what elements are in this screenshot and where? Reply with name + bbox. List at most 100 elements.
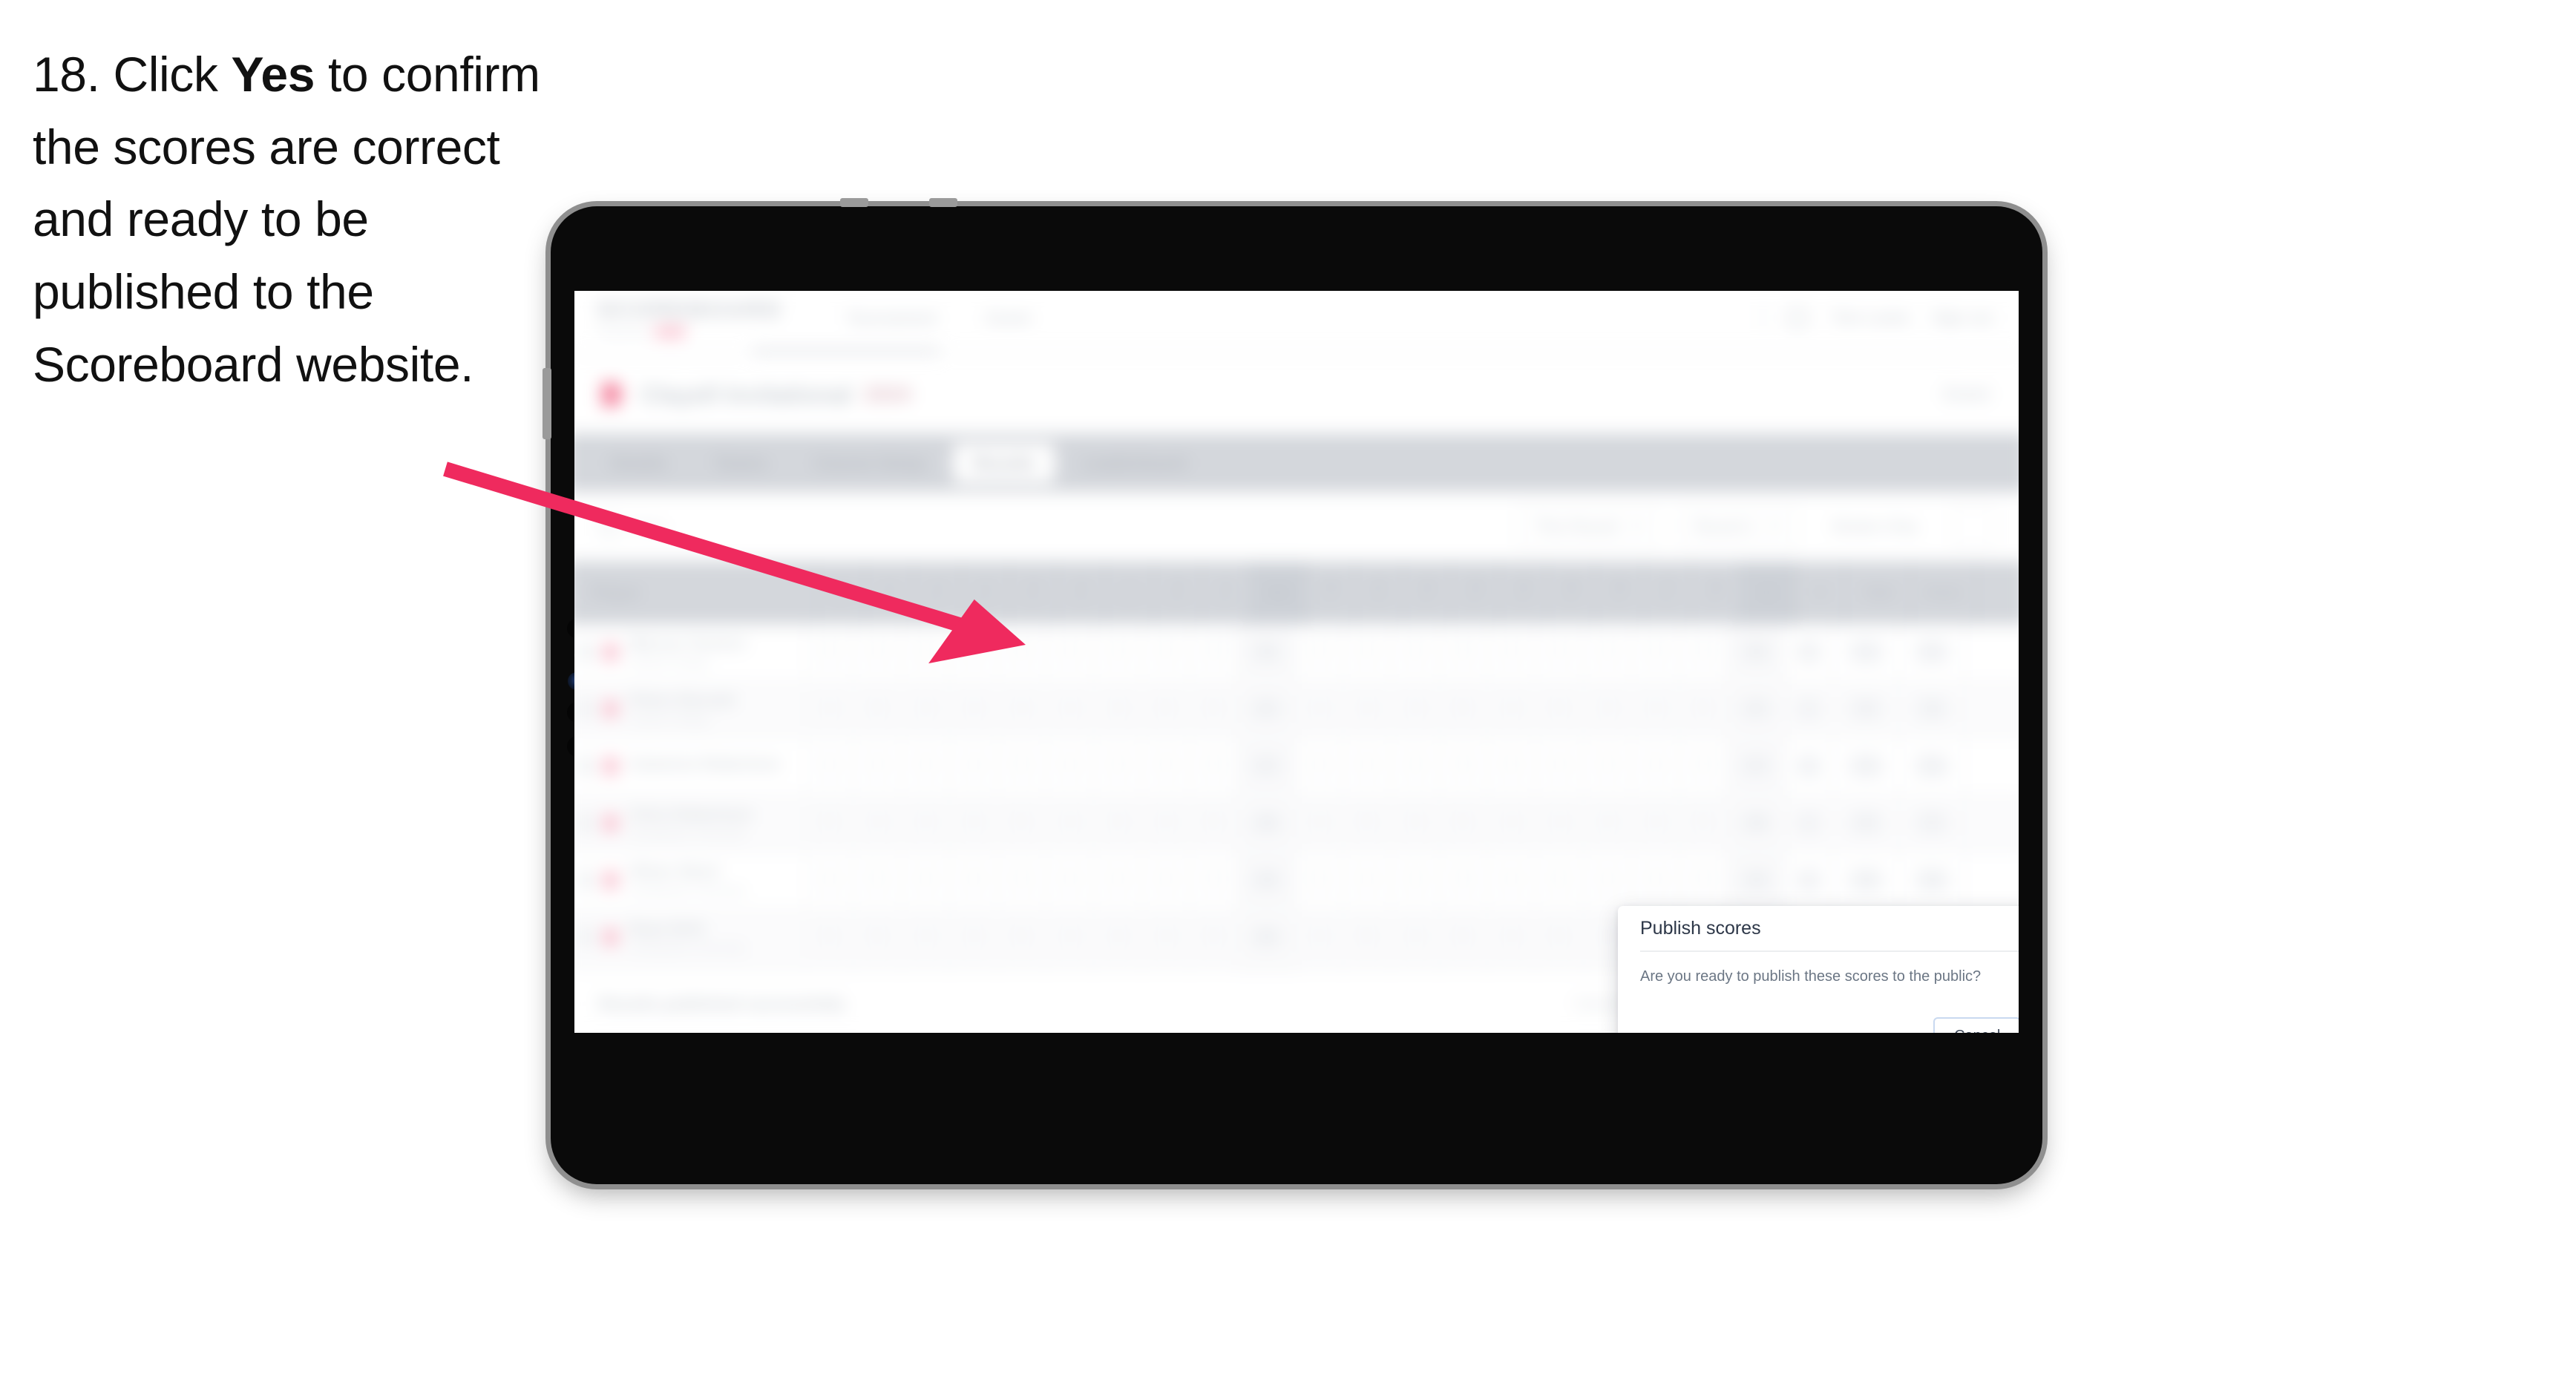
score-input[interactable]: 5 [1006, 864, 1038, 897]
cell-hole-2[interactable]: 5 [854, 909, 902, 965]
score-input[interactable]: 4 [813, 692, 845, 726]
score-input[interactable]: 5 [1447, 749, 1479, 783]
score-input[interactable]: 5 [1688, 692, 1720, 726]
cell-hole-15[interactable]: 5 [1536, 909, 1584, 965]
cell-hole-2[interactable]: 5 [854, 853, 902, 908]
score-input[interactable]: 4 [862, 749, 894, 783]
nav-item-event[interactable]: Event [986, 308, 1031, 328]
tab-details[interactable]: Details [591, 443, 687, 483]
score-input[interactable]: 5 [1198, 635, 1230, 669]
score-input[interactable]: 3 [1591, 692, 1624, 726]
cell-hole-7[interactable]: 3 [1095, 738, 1143, 795]
score-input[interactable]: 3 [1101, 807, 1134, 840]
event-right-label[interactable]: Event [1944, 384, 1990, 405]
score-input[interactable]: 5 [1447, 635, 1479, 669]
score-input[interactable]: 5 [1495, 749, 1527, 783]
cell-hole-7[interactable]: 3 [1095, 795, 1143, 852]
score-input[interactable]: 4 [1639, 807, 1671, 840]
cell-hole-4[interactable]: 4 [950, 681, 999, 738]
table-row[interactable]: Pietro Rennali Clayell College 4 5 3 4 4 4 3 5 5 37… [574, 681, 2019, 739]
cell-hole-6[interactable]: 4 [1046, 681, 1095, 738]
cell-hole-14[interactable]: 5 [1488, 738, 1536, 795]
cell-hole-2[interactable]: 5 [854, 681, 902, 738]
cell-hole-6[interactable]: 4 [1046, 738, 1095, 795]
score-input[interactable]: 3 [1101, 692, 1134, 726]
score-input[interactable]: 4 [1054, 864, 1086, 897]
table-row[interactable]: Cameron Robertson 4 4 4 4 5 4 3 4 5 37 4 4 3 5 5 4 3 4 5 37 1… [574, 738, 2019, 796]
score-input[interactable]: 4 [1639, 749, 1671, 783]
cell-hole-16[interactable]: 3 [1584, 738, 1633, 795]
sign-out-button[interactable]: Sign out [1932, 308, 1993, 327]
cell-hole-16[interactable]: 4 [1584, 853, 1633, 908]
score-input[interactable]: 4 [1543, 807, 1576, 840]
cell-hole-11[interactable]: 4 [1344, 624, 1392, 680]
score-input[interactable]: 4 [1639, 635, 1671, 669]
score-input[interactable]: 5 [1447, 921, 1479, 954]
score-input[interactable]: 4 [1351, 635, 1383, 669]
score-input[interactable]: 3 [909, 635, 942, 669]
score-input[interactable]: 4 [1054, 635, 1086, 669]
score-input[interactable]: 4 [1101, 921, 1134, 954]
cell-hole-11[interactable]: 4 [1344, 738, 1392, 795]
brand-logo[interactable]: SCOREBOARD Powered by Golf [597, 298, 783, 338]
filter-round[interactable]: Round 1 [1677, 505, 1797, 548]
cell-hole-17[interactable]: 4 [1632, 624, 1681, 680]
score-input[interactable]: 5 [813, 807, 845, 840]
score-input[interactable]: 4 [1351, 749, 1383, 783]
cell-hole-13[interactable]: 5 [1440, 681, 1489, 738]
cell-hole-7[interactable]: 3 [1095, 624, 1143, 680]
cell-hole-8[interactable]: 4 [1143, 624, 1191, 680]
score-input[interactable]: 4 [1006, 692, 1038, 726]
score-input[interactable]: 5 [1447, 692, 1479, 726]
score-input[interactable]: 4 [1303, 635, 1335, 669]
cancel-link[interactable]: Cancel [1573, 995, 1622, 1013]
cell-hole-3[interactable]: 4 [902, 853, 951, 908]
score-input[interactable]: 5 [1006, 921, 1038, 954]
score-input[interactable]: 3 [1591, 749, 1624, 783]
cell-hole-15[interactable]: 4 [1536, 738, 1584, 795]
cell-hole-1[interactable]: 4 [806, 624, 854, 680]
score-input[interactable]: 4 [909, 749, 942, 783]
cell-hole-11[interactable]: 5 [1344, 909, 1392, 965]
filter-stroke-only[interactable]: Stroke Only [1815, 506, 1934, 548]
score-input[interactable]: 4 [1591, 864, 1624, 897]
score-input[interactable]: 4 [1495, 864, 1527, 897]
cell-hole-12[interactable]: 3 [1392, 624, 1441, 680]
score-input[interactable]: 4 [1054, 921, 1086, 954]
score-input[interactable]: 5 [1006, 749, 1038, 783]
table-row[interactable]: Marcus Turners Clayell College 4 4 3 4 5 4 3 4 5 36… [574, 624, 2019, 682]
score-input[interactable]: 4 [862, 807, 894, 840]
score-input[interactable]: 4 [1303, 807, 1335, 840]
cell-hole-12[interactable]: 3 [1392, 853, 1441, 908]
cell-hole-18[interactable]: 5 [1680, 853, 1728, 908]
tab-leaderboard[interactable]: Leaderboard [1062, 443, 1206, 483]
score-input[interactable]: 5 [1688, 864, 1720, 897]
cell-hole-10[interactable]: 4 [1296, 795, 1344, 852]
cell-hole-8[interactable]: 4 [1143, 738, 1191, 795]
score-input[interactable]: 4 [957, 635, 990, 669]
cell-hole-3[interactable]: 3 [902, 681, 951, 738]
drag-handle-icon[interactable] [579, 756, 593, 776]
score-input[interactable]: 5 [1688, 749, 1720, 783]
cell-hole-7[interactable]: 4 [1095, 853, 1143, 908]
score-input[interactable]: 4 [862, 635, 894, 669]
cell-hole-2[interactable]: 4 [854, 738, 902, 795]
score-input[interactable]: 4 [1054, 749, 1086, 783]
score-input[interactable]: 5 [1447, 807, 1479, 840]
cell-hole-4[interactable]: 4 [950, 909, 999, 965]
score-input[interactable]: 5 [1150, 692, 1182, 726]
score-input[interactable]: 4 [957, 864, 990, 897]
cell-hole-18[interactable]: 5 [1680, 681, 1728, 738]
score-input[interactable]: 5 [1543, 864, 1576, 897]
cell-hole-16[interactable]: 3 [1584, 624, 1633, 680]
score-input[interactable]: 5 [1006, 635, 1038, 669]
cell-hole-18[interactable]: 5 [1680, 795, 1728, 852]
cell-hole-7[interactable]: 4 [1095, 909, 1143, 965]
cell-hole-4[interactable]: 4 [950, 738, 999, 795]
cell-hole-9[interactable]: 5 [1190, 909, 1239, 965]
cell-hole-14[interactable]: 4 [1488, 909, 1536, 965]
score-input[interactable]: 5 [1198, 864, 1230, 897]
cell-hole-5[interactable]: 5 [998, 853, 1047, 908]
score-input[interactable]: 3 [1101, 749, 1134, 783]
score-input[interactable]: 4 [957, 749, 990, 783]
